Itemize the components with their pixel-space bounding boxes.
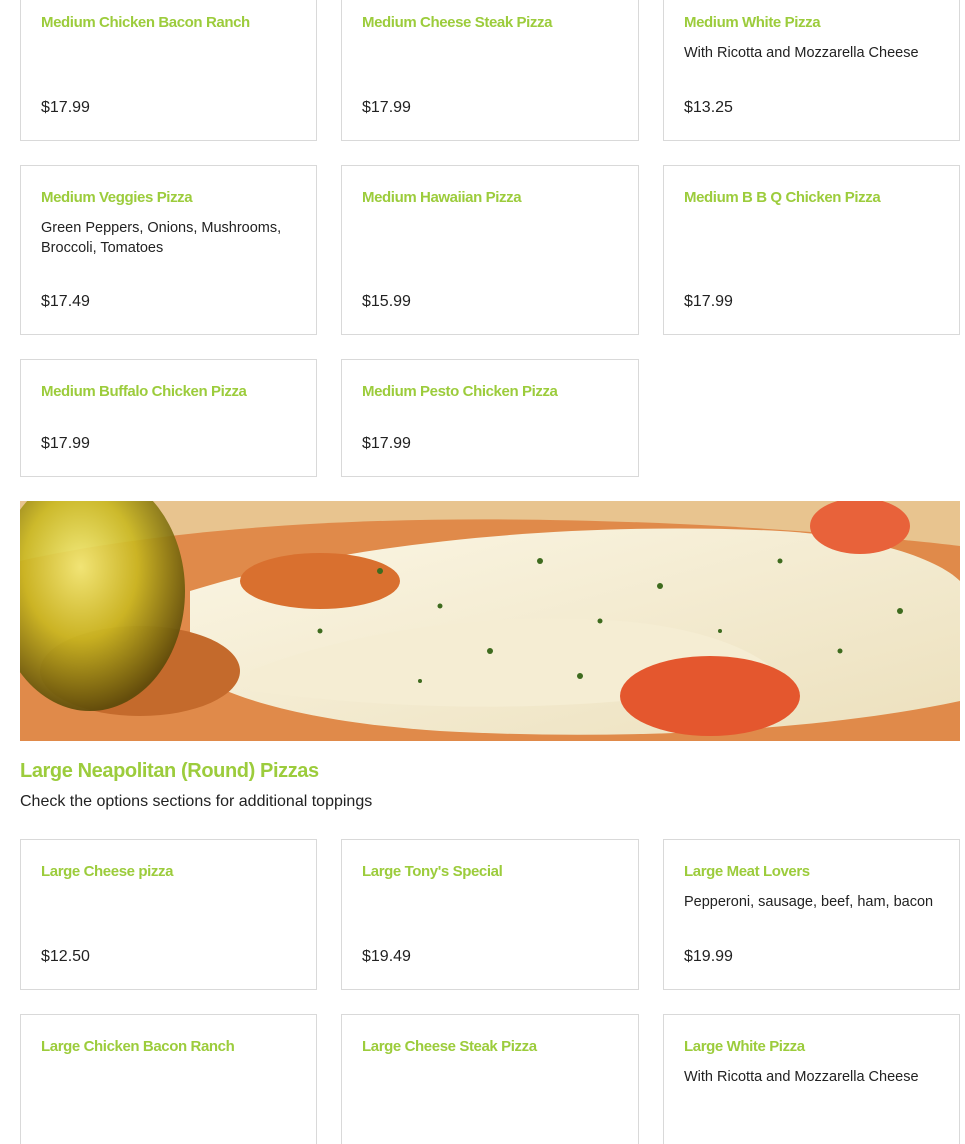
- section-title: Large Neapolitan (Round) Pizzas: [20, 760, 319, 782]
- menu-item-card[interactable]: Medium Buffalo Chicken Pizza $17.99: [20, 359, 317, 477]
- menu-item-card[interactable]: Medium B B Q Chicken Pizza $17.99: [663, 165, 960, 335]
- item-name: Medium Pesto Chicken Pizza: [362, 383, 558, 400]
- item-price: $17.99: [41, 435, 90, 452]
- item-price: $19.99: [684, 948, 733, 965]
- menu-item-card[interactable]: Medium White Pizza With Ricotta and Mozz…: [663, 0, 960, 141]
- item-description: With Ricotta and Mozzarella Cheese: [684, 1069, 919, 1085]
- menu-item-card[interactable]: Medium Chicken Bacon Ranch $17.99: [20, 0, 317, 141]
- menu-item-card[interactable]: Large Cheese Steak Pizza: [341, 1014, 639, 1144]
- item-price: $15.99: [362, 293, 411, 310]
- item-name: Medium Veggies Pizza: [41, 189, 193, 206]
- pizza-illustration: [20, 501, 960, 741]
- menu-item-card[interactable]: Medium Hawaiian Pizza $15.99: [341, 165, 639, 335]
- item-name: Medium Chicken Bacon Ranch: [41, 14, 250, 31]
- large-pizza-grid: Large Cheese pizza $12.50 Large Tony's S…: [20, 839, 960, 1144]
- menu-item-card[interactable]: Large Tony's Special $19.49: [341, 839, 639, 990]
- menu-item-card[interactable]: Large Cheese pizza $12.50: [20, 839, 317, 990]
- item-description: With Ricotta and Mozzarella Cheese: [684, 45, 919, 61]
- menu-item-card[interactable]: Large White Pizza With Ricotta and Mozza…: [663, 1014, 960, 1144]
- item-price: $17.99: [362, 435, 411, 452]
- item-price: $17.99: [684, 293, 733, 310]
- item-name: Large Chicken Bacon Ranch: [41, 1038, 235, 1055]
- item-name: Large White Pizza: [684, 1038, 805, 1055]
- item-name: Medium Buffalo Chicken Pizza: [41, 383, 247, 400]
- item-description: Green Peppers, Onions, Mushrooms, Brocco…: [41, 220, 282, 256]
- item-price: $17.49: [41, 293, 90, 310]
- medium-pizza-grid: Medium Chicken Bacon Ranch $17.99 Medium…: [20, 0, 960, 477]
- menu-container: Medium Chicken Bacon Ranch $17.99 Medium…: [20, 0, 960, 1144]
- pizza-banner-image: [20, 501, 960, 741]
- item-price: $12.50: [41, 948, 90, 965]
- section-description: Check the options sections for additiona…: [20, 793, 373, 810]
- menu-item-card[interactable]: Medium Veggies Pizza Green Peppers, Onio…: [20, 165, 317, 335]
- item-name: Large Meat Lovers: [684, 863, 810, 880]
- menu-item-card[interactable]: Large Chicken Bacon Ranch: [20, 1014, 317, 1144]
- item-name: Medium B B Q Chicken Pizza: [684, 189, 881, 206]
- menu-item-card[interactable]: Medium Pesto Chicken Pizza $17.99: [341, 359, 639, 477]
- item-price: $19.49: [362, 948, 411, 965]
- item-name: Large Tony's Special: [362, 863, 503, 880]
- item-price: $17.99: [41, 99, 90, 116]
- item-name: Medium Cheese Steak Pizza: [362, 14, 553, 31]
- item-name: Medium Hawaiian Pizza: [362, 189, 522, 206]
- item-name: Large Cheese pizza: [41, 863, 174, 880]
- item-price: $17.99: [362, 99, 411, 116]
- item-name: Medium White Pizza: [684, 14, 821, 31]
- item-name: Large Cheese Steak Pizza: [362, 1038, 537, 1055]
- item-description: Pepperoni, sausage, beef, ham, bacon: [684, 894, 934, 910]
- menu-item-card[interactable]: Medium Cheese Steak Pizza $17.99: [341, 0, 639, 141]
- item-price: $13.25: [684, 99, 733, 116]
- menu-item-card[interactable]: Large Meat Lovers Pepperoni, sausage, be…: [663, 839, 960, 990]
